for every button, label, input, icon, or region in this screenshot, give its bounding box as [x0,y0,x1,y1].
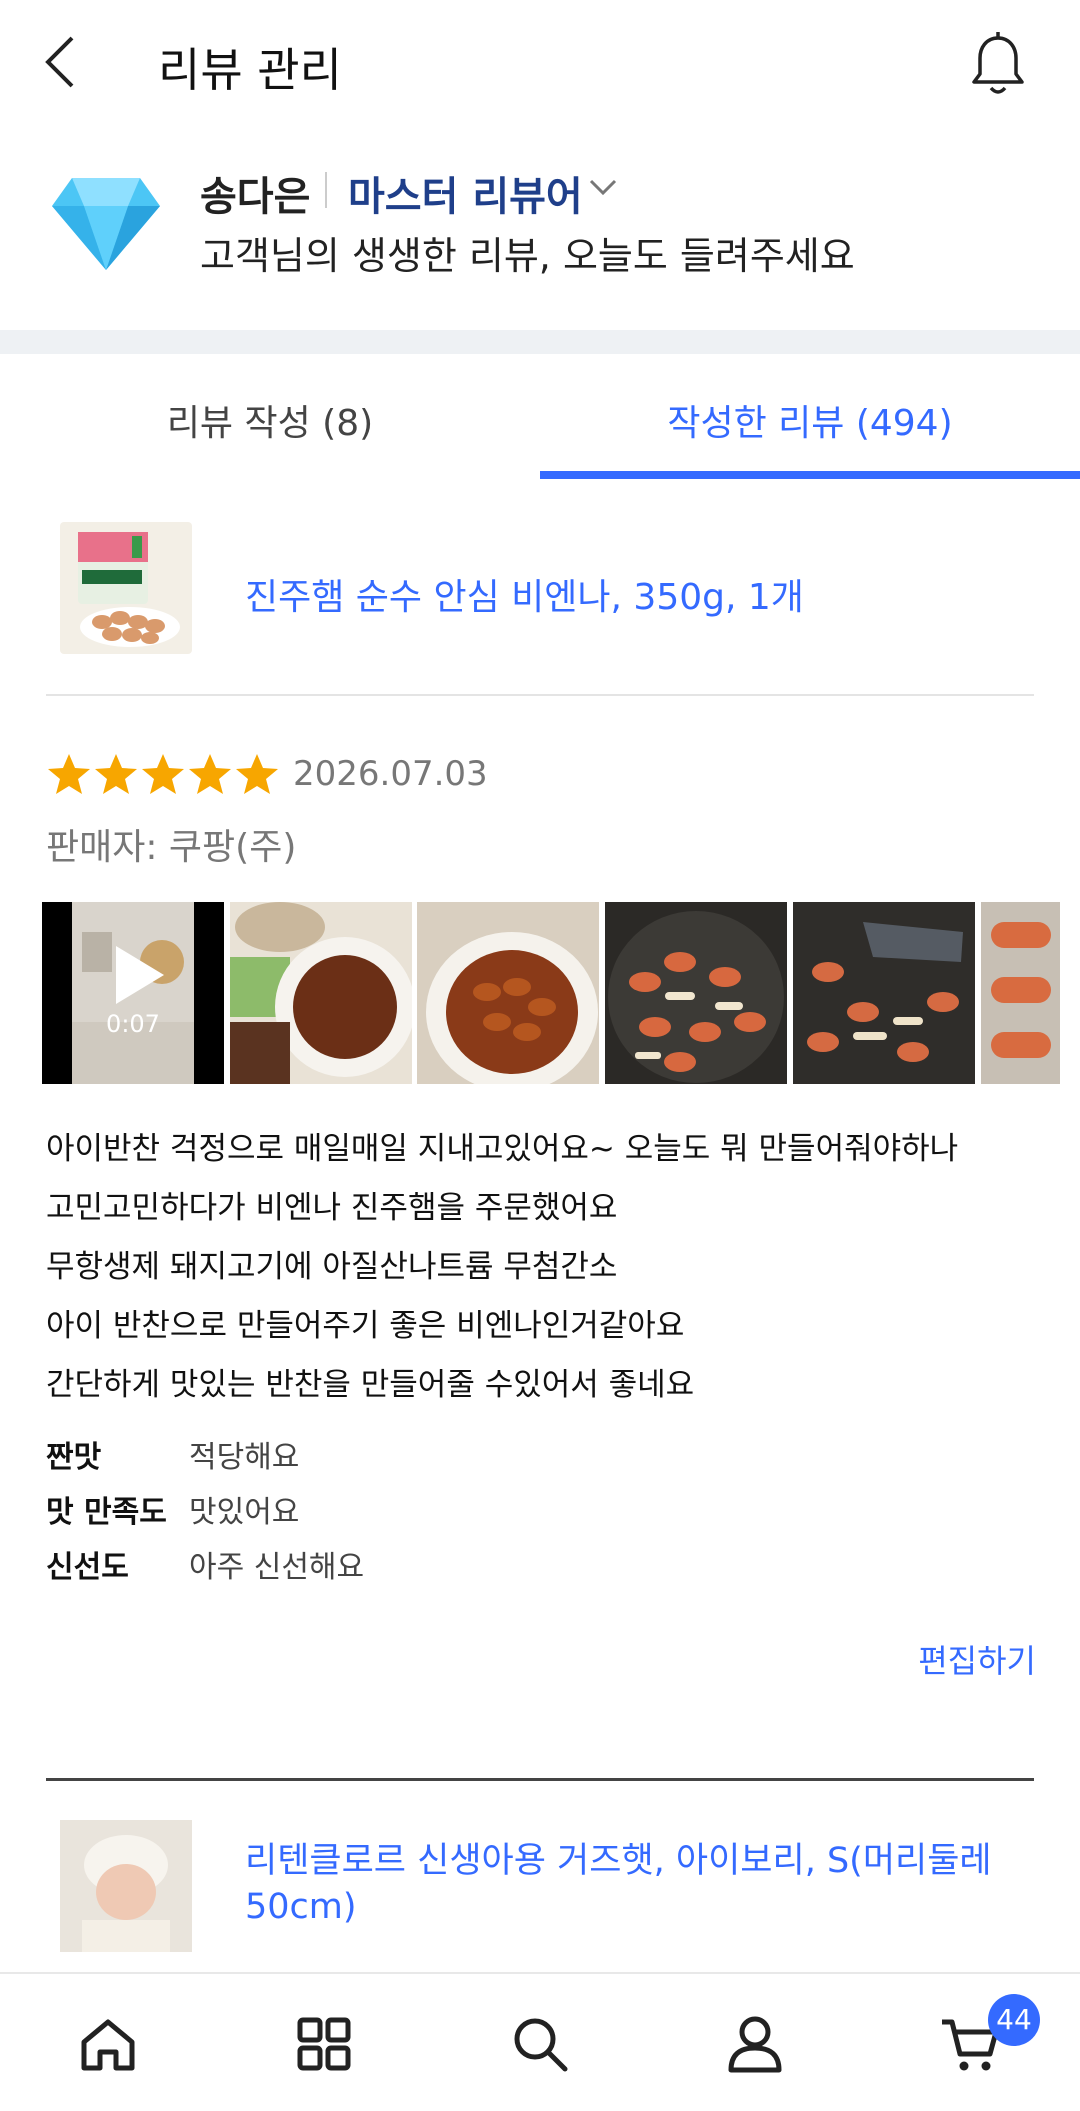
bell-icon[interactable] [966,30,1030,98]
edit-review-button[interactable]: 편집하기 [918,1636,1036,1682]
star-rating [46,752,281,796]
review-photo[interactable] [230,902,412,1084]
review-text-line: 무항생제 돼지고기에 아질산나트륨 무첨간소 [46,1249,618,1285]
diamond-badge-icon [52,178,160,270]
cart-count-badge: 44 [988,1994,1040,2046]
play-icon[interactable] [108,944,168,1006]
top-app-bar: 리뷰 관리 [0,0,1080,130]
grid-icon[interactable] [294,2014,354,2074]
product-thumbnail[interactable] [60,522,192,654]
attribute-value: 적당해요 [189,1440,300,1475]
reviewer-name: 송다은 [200,174,311,220]
star-icon [95,754,137,794]
review-text-line: 아이반찬 걱정으로 매일매일 지내고있어요~ 오늘도 뭐 만들어줘야하나 [46,1131,959,1167]
product-title[interactable]: 진주햄 순수 안심 비엔나, 350g, 1개 [245,568,804,620]
review-text-line: 아이 반찬으로 만들어주기 좋은 비엔나인거같아요 [46,1308,685,1344]
review-body: 아이반찬 걱정으로 매일매일 지내고있어요~ 오늘도 뭐 만들어줘야하나 고민고… [46,1120,1046,1415]
video-duration: 0:07 [106,1010,160,1038]
seller-label: 판매자: 쿠팡(주) [46,827,297,868]
review-divider [46,1778,1034,1781]
review-product[interactable]: 진주햄 순수 안심 비엔나, 350g, 1개 [0,520,1080,670]
review-media-strip: 0:07 [42,902,1060,1084]
profile-subtitle: 고객님의 생생한 리뷰, 오늘도 들려주세요 [200,234,855,278]
star-icon [142,754,184,794]
review-photo[interactable] [793,902,975,1084]
attribute-value: 맛있어요 [189,1495,300,1530]
review-photo[interactable] [605,902,787,1084]
person-icon[interactable] [725,2014,785,2074]
chevron-down-icon[interactable] [588,176,618,198]
review-date: 2026.07.03 [293,754,488,794]
review-photo[interactable] [981,902,1060,1084]
star-icon [48,754,90,794]
review-tabs: 리뷰 작성 (8) 작성한 리뷰 (494) [0,354,1080,480]
divider [46,694,1034,696]
product-thumbnail[interactable] [60,1820,192,1952]
active-tab-indicator [540,471,1080,479]
review-text-line: 간단하게 맛있는 반찬을 만들어줄 수있어서 좋네요 [46,1367,695,1403]
star-icon [236,754,278,794]
search-icon[interactable] [510,2014,570,2074]
tab-write-review[interactable]: 리뷰 작성 (8) [0,394,540,446]
name-separator [325,172,327,208]
review-photo[interactable] [417,902,599,1084]
product-title[interactable]: 리텐클로르 신생아용 거즈햇, 아이보리, S(머리둘레 50cm) [245,1838,1025,1930]
star-icon [189,754,231,794]
attribute-key: 짠맛 [46,1440,102,1475]
bottom-navigation: 44 [0,1972,1080,2111]
review-product[interactable]: 리텐클로르 신생아용 거즈햇, 아이보리, S(머리둘레 50cm) [0,1820,1080,1952]
attribute-key: 신선도 [46,1550,129,1585]
reviewer-profile: 송다은 마스터 리뷰어 고객님의 생생한 리뷰, 오늘도 들려주세요 [0,150,1080,330]
tab-written-reviews[interactable]: 작성한 리뷰 (494) [540,394,1080,446]
section-divider [0,330,1080,354]
reviewer-level[interactable]: 마스터 리뷰어 [348,164,583,222]
review-video-thumbnail[interactable]: 0:07 [42,902,224,1084]
page-title: 리뷰 관리 [158,43,342,97]
review-text-line: 고민고민하다가 비엔나 진주햄을 주문했어요 [46,1190,618,1226]
attribute-value: 아주 신선해요 [189,1550,365,1585]
attribute-key: 맛 만족도 [46,1495,167,1530]
home-icon[interactable] [78,2014,138,2074]
chevron-left-icon[interactable] [38,30,88,94]
